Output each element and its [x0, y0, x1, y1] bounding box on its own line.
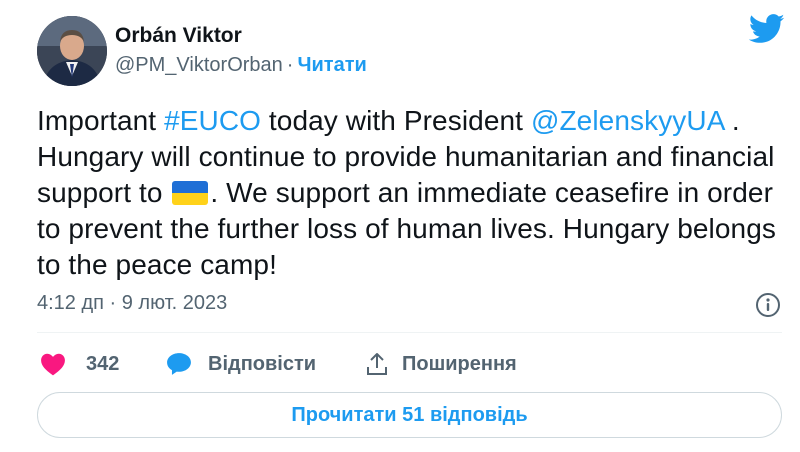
tweet-text-part-2: today with President: [261, 105, 531, 136]
twitter-bird-icon[interactable]: [749, 14, 785, 44]
reply-label: Відповісти: [208, 352, 317, 375]
mention-link[interactable]: @ZelenskyyUA: [531, 105, 724, 136]
follow-button[interactable]: Читати: [297, 54, 366, 76]
read-replies-button[interactable]: Прочитати 51 відповідь: [37, 392, 782, 438]
tweet-text: Important #EUCO today with President @Ze…: [37, 103, 777, 283]
share-label: Поширення: [402, 352, 517, 375]
heart-icon: [41, 353, 65, 376]
read-replies-label: Прочитати 51 відповідь: [291, 403, 528, 426]
tweet-timestamp[interactable]: 4:12 дп · 9 лют. 2023: [37, 292, 227, 315]
avatar[interactable]: [37, 16, 107, 86]
reply-bubble-icon: [167, 353, 191, 375]
info-icon[interactable]: [755, 292, 781, 318]
share-icon: [367, 353, 387, 375]
author-name[interactable]: Orbán Viktor: [115, 24, 242, 48]
handle-separator: ·: [286, 54, 294, 76]
author-handle[interactable]: @PM_ViktorOrban: [115, 54, 283, 76]
author-handle-line: @PM_ViktorOrban · Читати: [115, 54, 367, 77]
tweet-text-part-1: Important: [37, 105, 165, 136]
ukraine-flag-icon: [172, 181, 209, 205]
reply-button[interactable]: Відповісти: [166, 350, 316, 378]
share-button[interactable]: Поширення: [366, 350, 517, 378]
like-count: 342: [86, 352, 120, 375]
like-button[interactable]: 342: [40, 350, 119, 378]
hashtag-link[interactable]: #EUCO: [164, 105, 261, 136]
tweet-card: Orbán Viktor @PM_ViktorOrban · Читати Impo…: [0, 0, 800, 452]
divider: [37, 332, 782, 333]
